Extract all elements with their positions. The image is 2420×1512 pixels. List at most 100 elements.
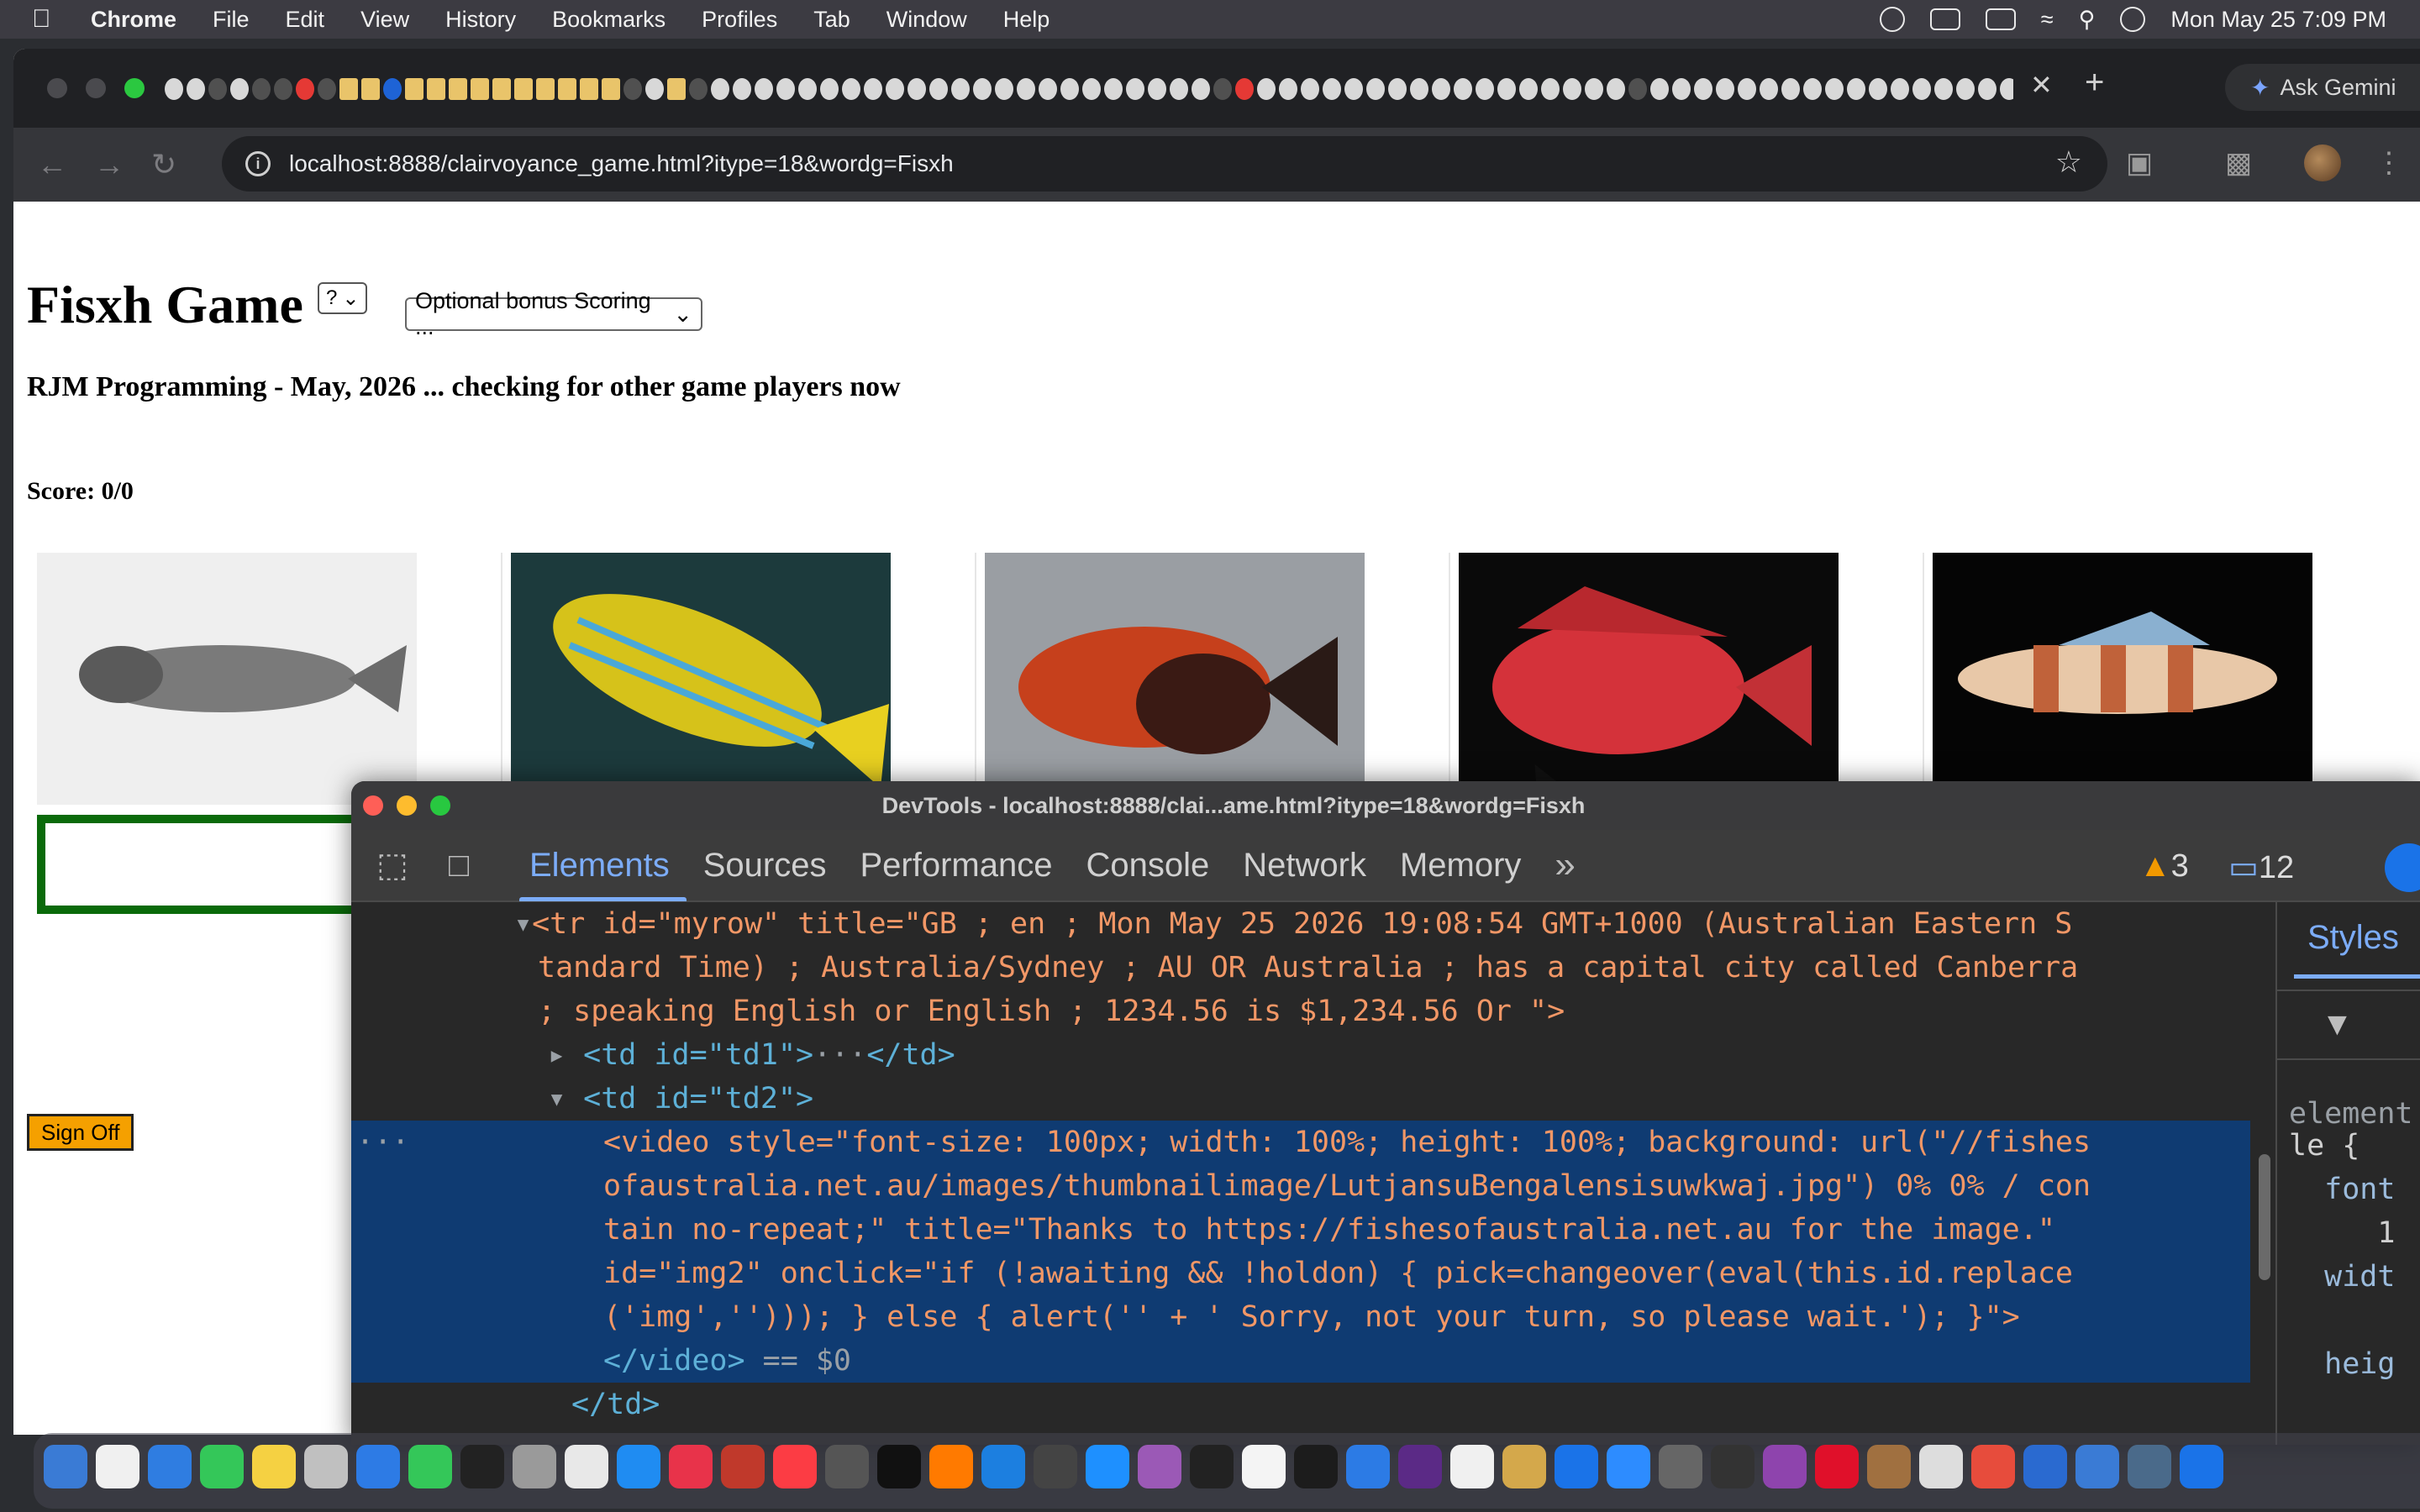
back-arrow-icon[interactable]: ← [37, 147, 71, 182]
tab-close-icon[interactable]: ✕ [2030, 69, 2053, 101]
tab-console[interactable]: Console [1086, 829, 1209, 901]
apple-icon[interactable]:  [32, 5, 66, 34]
devtools-body: ▾<tr id="myrow" title="GB ; en ; Mon May… [351, 902, 2420, 1445]
menu-window[interactable]: Window [886, 7, 967, 33]
profile-avatar[interactable] [2304, 144, 2341, 181]
collapse-triangle-icon[interactable]: ▸ [548, 1038, 583, 1072]
inspect-element-icon[interactable]: ⬚ [376, 846, 424, 885]
styles-pane: Styles ▼ element le { font 1 widt heig [2275, 902, 2420, 1445]
status-app-icon[interactable] [1879, 7, 1905, 32]
browser-toolbar: ← → ↻ i localhost:8888/clairvoyance_game… [13, 128, 2420, 202]
image-divider [1923, 553, 1924, 805]
chevron-down-icon: ⌄ [673, 301, 692, 327]
close-window-button[interactable] [47, 78, 67, 98]
menu-bookmarks[interactable]: Bookmarks [552, 7, 666, 33]
node-actions-ellipsis[interactable]: ··· [356, 1121, 409, 1164]
menu-tab[interactable]: Tab [813, 7, 850, 33]
wifi-icon[interactable]: ≈ [2041, 7, 2054, 33]
tab-elements[interactable]: Elements [519, 829, 687, 901]
menubar-clock[interactable]: Mon May 25 7:09 PM [2170, 7, 2386, 33]
dock-app-icons[interactable] [44, 1445, 2223, 1488]
devtools-title: DevTools - localhost:8888/clai...ame.htm… [881, 792, 1586, 818]
bookmark-star-icon[interactable]: ☆ [2055, 144, 2082, 180]
menu-history[interactable]: History [445, 7, 516, 33]
site-info-icon[interactable]: i [245, 151, 271, 176]
menu-help[interactable]: Help [1003, 7, 1050, 33]
dom-td-close[interactable]: </td> [571, 1383, 660, 1426]
ellipsis-badge[interactable]: ··· [813, 1038, 866, 1072]
bonus-scoring-select[interactable]: Optional bonus Scoring ... ⌄ [405, 288, 702, 339]
devtools-tab-bar: ⬚ □ Elements Sources Performance Console… [351, 830, 2420, 902]
tab-favicons[interactable] [165, 76, 2013, 102]
warnings-badge[interactable]: ▲3 [2139, 848, 2189, 885]
fish-image-5[interactable] [1933, 553, 2312, 805]
dom-tr-title-cont: tandard Time) ; Australia/Sydney ; AU OR… [538, 951, 2079, 984]
expand-triangle-icon[interactable]: ▾ [514, 907, 532, 941]
ask-gemini-button[interactable]: ✦ Ask Gemini [2225, 64, 2420, 111]
image-divider [501, 553, 502, 805]
control-center-icon[interactable] [2120, 7, 2146, 32]
tab-styles[interactable]: Styles [2307, 919, 2399, 957]
chevron-down-icon: ⌄ [342, 286, 360, 310]
dom-video-attr-3: tain no-repeat;" title="Thanks to https:… [603, 1213, 2055, 1247]
tab-performance[interactable]: Performance [860, 829, 1053, 901]
dom-video-close[interactable]: </video> == $0 [603, 1339, 851, 1383]
styles-line: 1 [2289, 1216, 2396, 1250]
dom-video-attr-2: ofaustralia.net.au/images/thumbnailimage… [603, 1169, 2091, 1203]
new-tab-button[interactable]: + [2085, 64, 2104, 102]
minimize-window-button[interactable] [86, 78, 106, 98]
address-bar[interactable]: i localhost:8888/clairvoyance_game.html?… [222, 136, 2107, 192]
forward-arrow-icon[interactable]: → [94, 147, 128, 182]
menu-file[interactable]: File [213, 7, 250, 33]
warnings-count: 3 [2170, 848, 2189, 884]
menu-edit[interactable]: Edit [286, 7, 325, 33]
fish-image-3[interactable] [985, 553, 1365, 805]
tab-memory[interactable]: Memory [1400, 829, 1521, 901]
more-tabs-icon[interactable]: » [1555, 844, 1575, 886]
fish-image-2[interactable] [511, 553, 891, 805]
fish-image-4[interactable] [1459, 553, 1839, 805]
status-area: ≈ ⚲ Mon May 25 7:09 PM [1879, 0, 2386, 39]
url-text[interactable]: localhost:8888/clairvoyance_game.html?it… [289, 150, 954, 177]
display-icon[interactable] [1929, 8, 1960, 30]
battery-icon[interactable] [1985, 8, 2016, 30]
dom-video-attr-4: id="img2" onclick="if (!awaiting && !hol… [603, 1257, 2073, 1290]
dom-node-tr[interactable]: ▾<tr id="myrow" title="GB ; en ; Mon May… [514, 902, 2072, 946]
help-select[interactable]: ? ⌄ [318, 282, 368, 314]
styles-tab-indicator [2294, 974, 2420, 979]
subtitle: RJM Programming - May, 2026 ... checking… [27, 371, 901, 402]
filter-icon: ▼ [2328, 1005, 2347, 1042]
dom-tr-title-end: ; speaking English or English ; 1234.56 … [538, 995, 1565, 1028]
ask-gemini-label: Ask Gemini [2280, 74, 2396, 100]
sign-off-button[interactable]: Sign Off [27, 1114, 134, 1151]
messages-badge[interactable]: ▭12 [2228, 848, 2294, 886]
styles-line: widt [2289, 1260, 2396, 1294]
reload-icon[interactable]: ↻ [151, 147, 185, 182]
chrome-menu-icon[interactable]: ⋮ [2375, 146, 2403, 180]
expand-triangle-icon[interactable]: ▾ [548, 1082, 583, 1116]
dom-node-td2[interactable]: ▾ <td id="td2"> [548, 1077, 813, 1121]
styles-line: font [2289, 1173, 2396, 1206]
menu-profiles[interactable]: Profiles [702, 7, 777, 33]
dom-node-video[interactable]: <video style="font-size: 100px; width: 1… [603, 1121, 2091, 1164]
menu-view[interactable]: View [360, 7, 409, 33]
tab-sources[interactable]: Sources [703, 829, 827, 901]
messages-count: 12 [2258, 850, 2295, 885]
dom-node-td1[interactable]: ▸ <td id="td1">···</td> [548, 1033, 955, 1077]
devtools-titlebar: DevTools - localhost:8888/clai...ame.htm… [351, 781, 2420, 830]
menu-app-chrome[interactable]: Chrome [91, 7, 176, 33]
fish-image-1[interactable] [37, 553, 417, 805]
elements-dom-tree[interactable]: ▾<tr id="myrow" title="GB ; en ; Mon May… [351, 902, 2250, 1445]
tab-search-icon[interactable]: ▩ [2225, 146, 2252, 180]
spotlight-search-icon[interactable]: ⚲ [2079, 7, 2096, 33]
zoom-window-button[interactable] [124, 78, 145, 98]
tab-network[interactable]: Network [1243, 829, 1366, 901]
image-divider [975, 553, 976, 805]
device-toolbar-icon[interactable]: □ [449, 847, 496, 885]
styles-filter[interactable]: ▼ [2277, 990, 2420, 1060]
gemini-sparkle-icon: ✦ [2250, 74, 2270, 101]
extensions-icon[interactable]: ▣ [2126, 146, 2153, 180]
elements-scrollbar[interactable] [2259, 1154, 2270, 1280]
ai-assistant-button[interactable] [2385, 843, 2420, 892]
message-icon: ▭ [2228, 850, 2259, 885]
